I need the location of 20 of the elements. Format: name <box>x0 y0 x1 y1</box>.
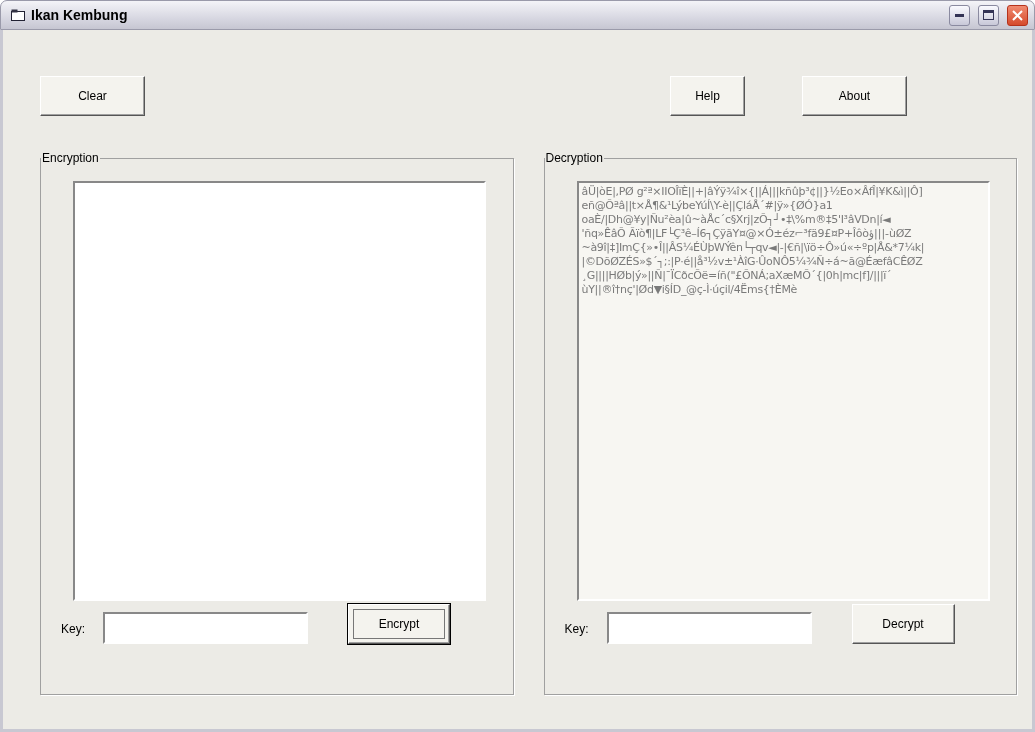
close-icon <box>1012 9 1023 21</box>
key-label: Key: <box>564 622 589 636</box>
minimize-button[interactable] <box>949 4 970 26</box>
clear-button[interactable]: Clear <box>40 76 145 116</box>
key-field[interactable] <box>103 612 308 644</box>
window-title: Ikan Kembung <box>31 7 129 23</box>
maximize-button[interactable] <box>978 4 999 26</box>
group-title: Encryption <box>41 151 100 165</box>
help-button[interactable]: Help <box>670 76 745 116</box>
action-button[interactable]: Decrypt <box>851 604 955 644</box>
minimize-icon <box>955 13 964 17</box>
maximize-icon <box>983 10 994 20</box>
key-label: Key: <box>61 622 85 636</box>
about-button[interactable]: About <box>802 76 907 116</box>
text-area[interactable]: âÜ|òE|,PØ g²ª×IIOÎïÈ||+|âÝÿ¾î×{||Á|||kñûþ³¢||}½Eo×ÂfÎ|¥K&ì||Ô] eñ@Õªâ||t×Å¶&¹LýbeYúÍ\Y-è||ÇláÅ´#|ÿ»{ØÓ}a1 oaÈ/|Dh@¥y|Ñu²èa|û~àÅc´c§Xrj|zÕ┐┘•‡\%m®‡5'I³âVDn|í◄ 'ñq»ÊâÕ Ãïò¶|LF└Ç³ê–Í6┐ÇÿãY¤@×Ó±éz⌐³fä9£¤P+Îôòؤ|||-ùØZ ~à9î|‡]ImÇ{»•Î||ÂS¼ÉÙþWÝên└┬qv◄|-|€ñ|\ïö÷Ô»ú«÷ºp|Å&*7¼k| |©DõØZÉS»$´┐;:|P·é||å³½v±¹ÀîG·ÛoNÔ5¼¾Ñ÷á~ã@ÉæfâCÊØZ ¸G||||HØb|ý»||Ñ|¯ÏCðcÕë=íñ("£ÕNÁ;aXæMÕ´{|0h|mc|f]/|||ï´ ùY||®î†nç'|Ød▼i§ÍD_@ç-Ì·úçil/4Ëms{†ÈMè <box>576 181 990 601</box>
key-field[interactable] <box>606 612 812 644</box>
close-button[interactable] <box>1007 4 1028 26</box>
action-button[interactable]: Encrypt <box>348 604 450 644</box>
window-icon <box>11 9 25 21</box>
group-title: Decryption <box>544 151 604 165</box>
